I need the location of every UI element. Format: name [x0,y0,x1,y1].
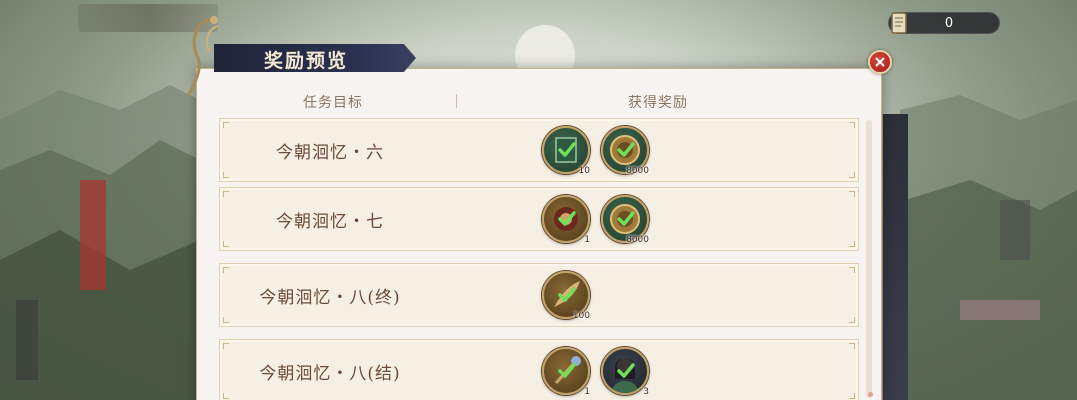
table-row: 今朝洄忆・七 1 8000 [219,187,859,251]
reward-item[interactable]: 8000 [601,126,649,176]
close-button[interactable] [868,50,892,74]
task-name: 今朝洄忆・七 [276,212,384,232]
task-name: 今朝洄忆・六 [276,143,384,163]
row-corner-ornament [849,191,855,197]
row-corner-ornament [223,172,229,178]
reward-item[interactable]: 1 [542,347,590,397]
checkmark-icon [617,142,635,157]
row-corner-ornament [223,343,229,349]
reward-quantity: 100 [572,311,590,321]
reward-item[interactable]: 1 [542,195,590,245]
scrollbar-indicator [868,392,873,397]
checkmark-icon [617,363,635,378]
reward-quantity: 8000 [626,235,649,245]
currency-counter: 0 [888,12,1000,34]
checkmark-icon [558,363,576,378]
column-header-reward: 获得奖励 [628,95,688,111]
table-row: 今朝洄忆・六 10 8000 [219,118,859,182]
checkmark-icon [617,211,635,226]
scroll-icon [891,12,907,34]
checkmark-icon [558,211,576,226]
dialog-title: 奖励预览 [264,50,349,72]
checkmark-icon [558,142,576,157]
close-icon [875,57,885,67]
table-row: 今朝洄忆・八(结) 1 3 [219,339,859,400]
row-corner-ornament [223,267,229,273]
reward-item[interactable]: 10 [542,126,590,176]
reward-quantity: 3 [643,387,649,397]
row-corner-ornament [223,122,229,128]
table-row: 今朝洄忆・八(终) 100 [219,263,859,327]
row-corner-ornament [223,191,229,197]
reward-item[interactable]: 100 [542,271,590,321]
reward-quantity: 1 [584,387,590,397]
row-corner-ornament [223,317,229,323]
reward-quantity: 8000 [626,166,649,176]
reward-quantity: 10 [578,166,590,176]
checkmark-icon [558,287,576,302]
task-name: 今朝洄忆・八(结) [259,364,401,384]
reward-item[interactable]: 3 [601,347,649,397]
reward-quantity: 1 [584,235,590,245]
scrollbar[interactable] [866,120,872,398]
currency-amount: 0 [944,16,954,31]
column-divider [456,94,457,108]
row-corner-ornament [849,393,855,399]
row-corner-ornament [849,172,855,178]
dialog-title-tab: 奖励预览 [214,44,416,72]
task-name: 今朝洄忆・八(终) [259,288,401,308]
row-corner-ornament [223,241,229,247]
row-corner-ornament [223,393,229,399]
row-corner-ornament [849,241,855,247]
table-header: 任务目标 获得奖励 [196,84,882,116]
reward-item[interactable]: 8000 [601,195,649,245]
row-corner-ornament [849,122,855,128]
row-corner-ornament [849,317,855,323]
row-corner-ornament [849,343,855,349]
column-header-task: 任务目标 [303,95,363,111]
panel-side-strip [882,114,908,400]
row-corner-ornament [849,267,855,273]
